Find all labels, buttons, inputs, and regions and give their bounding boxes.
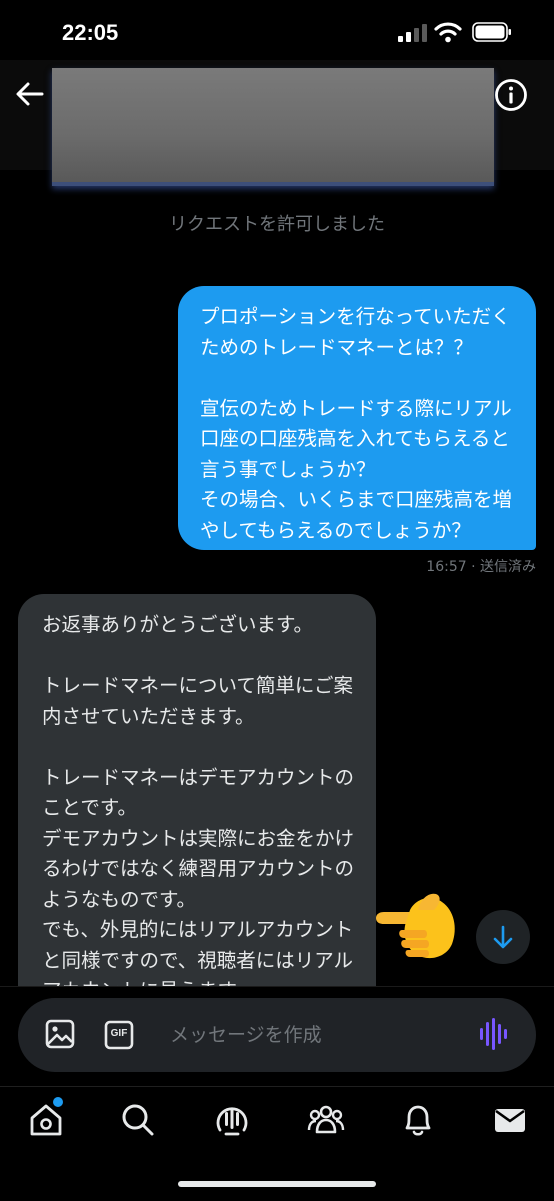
- redacted-profile-block: [52, 68, 494, 186]
- voice-wave-icon[interactable]: [478, 1016, 512, 1052]
- status-time: 22:05: [62, 20, 119, 45]
- sent-message-bubble[interactable]: プロポーションを行なっていただくためのトレードマネーとは？？ 宣伝のためトレード…: [178, 286, 536, 550]
- received-message-bubble[interactable]: お返事ありがとうございます。 トレードマネーについて簡単にご案内させていただきま…: [18, 594, 376, 1014]
- envelope-icon[interactable]: [490, 1100, 530, 1140]
- signal-icon: [398, 24, 427, 42]
- sent-message-meta: 16:57 · 送信済み: [426, 559, 536, 575]
- scroll-to-bottom-button[interactable]: [476, 910, 530, 964]
- battery-icon: [472, 22, 511, 42]
- request-accepted-note: リクエストを許可しました: [169, 214, 385, 235]
- spaces-icon[interactable]: [212, 1100, 252, 1140]
- arrow-down-icon: [493, 925, 513, 949]
- gif-label: GIF: [110, 1028, 128, 1039]
- wifi-icon: [434, 22, 462, 43]
- gif-button[interactable]: GIF: [104, 1020, 134, 1050]
- info-icon[interactable]: [494, 78, 528, 112]
- back-arrow-icon[interactable]: [12, 76, 48, 112]
- image-icon[interactable]: [44, 1018, 76, 1050]
- bell-icon[interactable]: [398, 1100, 438, 1140]
- search-icon[interactable]: [118, 1100, 158, 1140]
- communities-icon[interactable]: [306, 1100, 346, 1140]
- home-indicator: [178, 1181, 376, 1187]
- home-notification-dot: [53, 1097, 63, 1107]
- pointing-hand-emoji: [376, 893, 455, 959]
- message-input[interactable]: [170, 1020, 460, 1050]
